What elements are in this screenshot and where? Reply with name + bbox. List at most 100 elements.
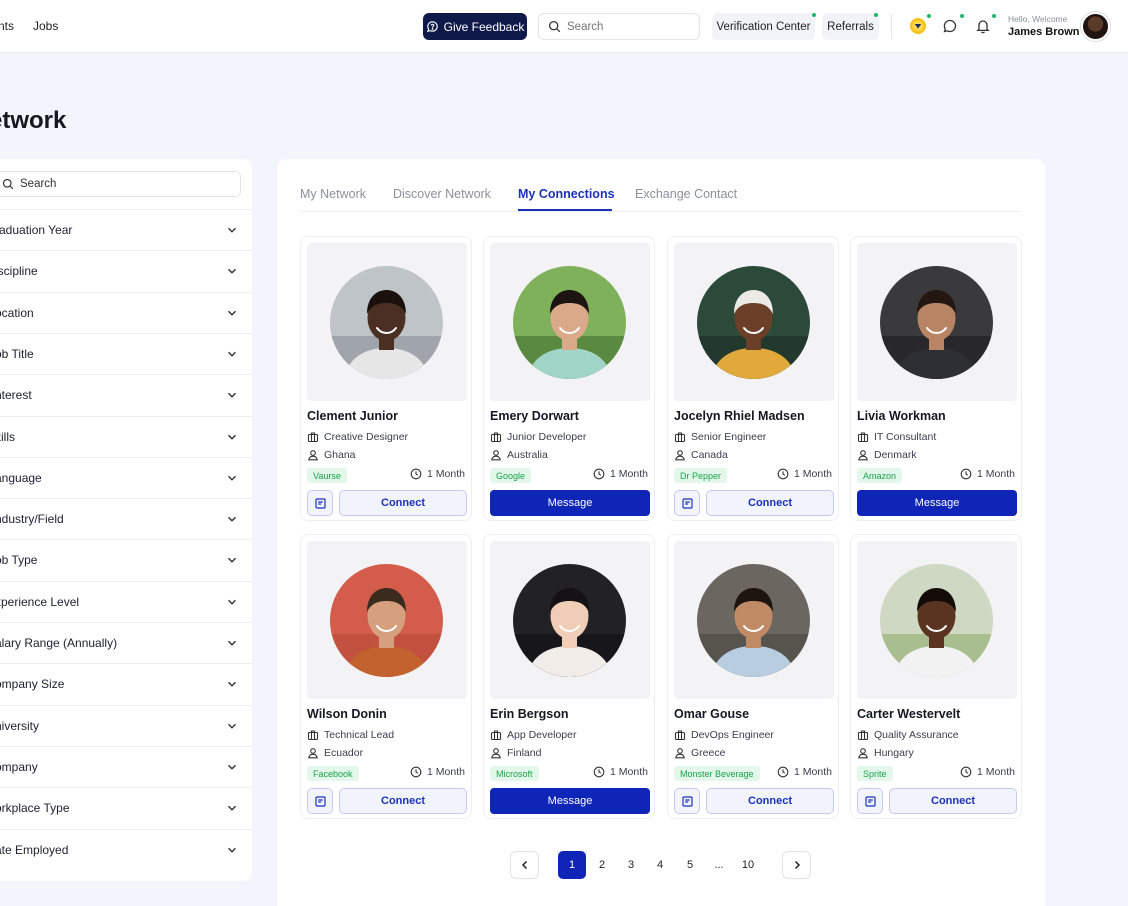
messages-button[interactable] [940,16,960,36]
notification-dot [992,14,996,18]
coin-icon [910,18,926,34]
connection-name[interactable]: Erin Bergson [490,707,569,721]
country: Ghana [307,449,356,461]
briefcase-icon [857,432,869,443]
connect-button[interactable]: Connect [889,788,1017,814]
profile-photo [697,564,810,677]
filter-dropdown[interactable]: ompany [0,745,252,787]
message-button[interactable]: Message [490,490,650,516]
chevron-down-icon [228,599,236,605]
user-icon [858,748,868,759]
divider [891,14,892,39]
filter-search-placeholder: Search [20,178,57,190]
filter-dropdown[interactable]: ompany Size [0,663,252,704]
global-search[interactable] [538,13,700,40]
profile-photo-frame [857,243,1017,401]
page-number-button[interactable]: 10 [734,851,762,879]
filter-dropdown[interactable]: iscipline [0,250,252,291]
notifications-button[interactable] [973,16,993,36]
connect-button[interactable]: Connect [706,788,834,814]
coin-button[interactable] [908,16,928,36]
filter-dropdown[interactable]: kills [0,415,252,457]
page-number-button[interactable]: 3 [617,851,645,879]
connection-name[interactable]: Livia Workman [857,409,946,423]
chevron-down-icon [228,764,236,770]
global-search-input[interactable] [567,20,687,33]
chat-bubble-icon [426,21,438,33]
user-icon [675,450,685,461]
job-title-text: Technical Lead [324,729,395,741]
connection-name[interactable]: Emery Dorwart [490,409,579,423]
tab-my-connections[interactable]: My Connections [518,187,615,201]
note-button[interactable] [674,788,700,814]
note-button[interactable] [307,490,333,516]
nav-link-jobs[interactable]: Jobs [33,19,58,33]
filter-dropdown[interactable]: nterest [0,374,252,415]
connection-card: Livia Workman IT Consultant Denmark Amazon 1… [850,236,1022,521]
give-feedback-button[interactable]: Give Feedback [423,13,527,40]
connection-card: Wilson Donin Technical Lead Ecuador Faceboo… [300,534,472,819]
profile-photo-mask [697,564,810,677]
duration-text: 1 Month [610,468,648,480]
tab-discover-network[interactable]: Discover Network [393,187,491,201]
verification-center-button[interactable]: Verification Center [712,13,815,40]
avatar[interactable] [1081,12,1110,41]
chevron-left-icon [521,860,527,870]
filter-dropdown[interactable]: ocation [0,291,252,333]
filter-dropdown[interactable]: orkplace Type [0,787,252,828]
page-number-button[interactable]: 4 [646,851,674,879]
connect-button[interactable]: Connect [339,490,467,516]
filter-dropdown[interactable]: ate Employed [0,828,252,870]
next-page-button[interactable] [782,851,811,879]
clock-icon [593,766,605,778]
connection-name[interactable]: Carter Westervelt [857,707,960,721]
profile-photo-mask [513,266,626,379]
note-button[interactable] [674,490,700,516]
filter-label: orkplace Type [0,801,70,816]
tab-exchange-contact[interactable]: Exchange Contact [635,187,737,201]
filter-dropdown[interactable]: xperience Level [0,580,252,622]
filter-search-input[interactable]: Search [0,171,241,197]
country: Australia [490,449,548,461]
referrals-label: Referrals [827,20,874,33]
job-title: Technical Lead [307,729,394,741]
job-title: Junior Developer [490,431,586,443]
active-tab-indicator [518,209,612,211]
filter-dropdown[interactable]: ndustry/Field [0,498,252,539]
page-number-button[interactable]: 2 [588,851,616,879]
company-badge: Monster Beverage [674,766,760,781]
tab-my-network[interactable]: My Network [300,187,366,201]
connection-duration: 1 Month [410,766,465,778]
filter-dropdown[interactable]: ob Title [0,332,252,374]
connection-card: Jocelyn Rhiel Madsen Senior Engineer Canad… [667,236,839,521]
connection-name[interactable]: Jocelyn Rhiel Madsen [674,409,805,423]
profile-photo-mask [330,564,443,677]
nav-link-events[interactable]: nts [0,19,14,33]
user-name: James Brown [1008,26,1080,38]
filter-dropdown[interactable]: raduation Year [0,209,252,250]
filter-dropdown[interactable]: niversity [0,704,252,746]
note-icon [314,497,326,509]
connect-button[interactable]: Connect [339,788,467,814]
chevron-down-icon [228,723,236,729]
connection-name[interactable]: Wilson Donin [307,707,387,721]
chevron-down-icon [228,310,236,316]
message-button[interactable]: Message [857,490,1017,516]
briefcase-icon [490,432,502,443]
page-number-button[interactable]: 5 [676,851,704,879]
message-button[interactable]: Message [490,788,650,814]
page-number-button[interactable]: 1 [558,851,586,879]
previous-page-button[interactable] [510,851,539,879]
filter-dropdown[interactable]: alary Range (Annually) [0,622,252,663]
connection-name[interactable]: Clement Junior [307,409,398,423]
note-button[interactable] [857,788,883,814]
connection-name[interactable]: Omar Gouse [674,707,749,721]
filter-dropdown[interactable]: ob Type [0,539,252,580]
connection-duration: 1 Month [960,766,1015,778]
filter-label: ompany Size [0,677,65,692]
connect-button[interactable]: Connect [706,490,834,516]
referrals-button[interactable]: Referrals [822,13,879,40]
filter-dropdown[interactable]: anguage [0,456,252,498]
note-button[interactable] [307,788,333,814]
country-text: Hungary [874,747,914,759]
